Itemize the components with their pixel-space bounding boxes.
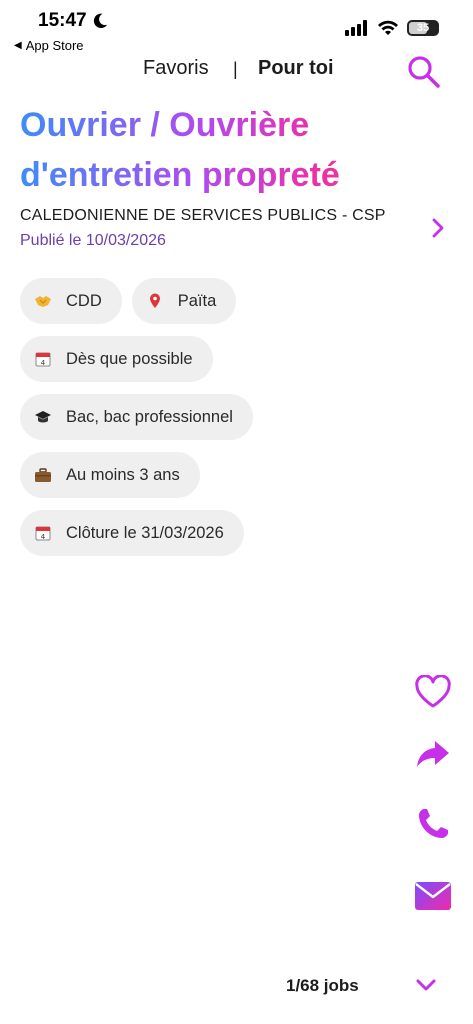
job-title: Ouvrier / Ouvrière d'entretien propreté xyxy=(20,100,420,200)
mail-icon xyxy=(415,882,451,910)
battery-icon: 35 xyxy=(407,20,439,36)
back-to-app-store[interactable]: ◀ App Store xyxy=(14,38,84,53)
tag-contract: CDD xyxy=(20,278,122,324)
published-date: Publié le 10/03/2026 xyxy=(20,232,166,249)
tag-experience: Au moins 3 ans xyxy=(20,452,200,498)
clock-text: 15:47 xyxy=(38,10,87,31)
back-app-label: App Store xyxy=(25,38,84,53)
status-indicators: 35 xyxy=(345,20,439,36)
tag-label: Bac, bac professionnel xyxy=(66,407,233,426)
heart-icon xyxy=(415,675,451,708)
tab-favoris[interactable]: Favoris xyxy=(143,57,209,80)
tag-label: Clôture le 31/03/2026 xyxy=(66,523,224,542)
tag-location: Païta xyxy=(131,278,237,324)
status-time: 15:47 xyxy=(38,10,109,32)
wifi-icon xyxy=(378,20,398,35)
share-button[interactable] xyxy=(411,732,455,776)
svg-text:4: 4 xyxy=(41,533,46,541)
job-title-line-1: Ouvrier / Ouvrière xyxy=(20,106,310,144)
tag-closing-date: 4 Clôture le 31/03/2026 xyxy=(20,510,244,556)
phone-icon xyxy=(419,809,448,838)
email-button[interactable] xyxy=(411,874,455,918)
tag-label: Païta xyxy=(177,291,217,310)
tag-start-date: 4 Dès que possible xyxy=(20,336,213,382)
company-name: CALEDONIENNE DE SERVICES PUBLICS - CSP xyxy=(20,207,386,224)
back-caret-icon: ◀ xyxy=(14,40,22,51)
company-row[interactable]: CALEDONIENNE DE SERVICES PUBLICS - CSP P… xyxy=(20,205,453,251)
tag-label: Dès que possible xyxy=(66,349,193,368)
search-icon[interactable] xyxy=(405,54,443,90)
tag-label: CDD xyxy=(66,291,102,310)
calendar-icon: 4 xyxy=(34,525,52,541)
share-arrow-icon xyxy=(417,741,449,767)
tab-separator: | xyxy=(233,59,238,79)
tab-pour-toi[interactable]: Pour toi xyxy=(258,57,334,80)
svg-text:4: 4 xyxy=(41,359,46,367)
battery-level: 35 xyxy=(416,22,430,34)
chevron-right-icon xyxy=(432,218,444,238)
tag-label: Au moins 3 ans xyxy=(66,465,180,484)
job-counter: 1/68 jobs xyxy=(286,976,359,995)
signal-icon xyxy=(345,20,367,36)
job-tags: CDD Païta 4 Dès que possible Bac, bac pr… xyxy=(20,278,453,568)
briefcase-icon xyxy=(34,467,52,483)
favorite-button[interactable] xyxy=(411,670,455,714)
job-title-line-2: d'entretien propreté xyxy=(20,156,340,194)
moon-icon xyxy=(93,13,107,29)
calendar-icon: 4 xyxy=(34,351,52,367)
status-bar: 15:47 ◀ App Store 35 xyxy=(0,0,473,56)
location-pin-icon xyxy=(146,293,164,309)
tag-education: Bac, bac professionnel xyxy=(20,394,253,440)
chevron-down-icon[interactable] xyxy=(415,976,437,994)
handshake-icon xyxy=(34,293,52,309)
graduation-cap-icon xyxy=(34,409,52,425)
top-nav: Favoris | Pour toi xyxy=(0,54,473,88)
call-button[interactable] xyxy=(411,802,455,846)
